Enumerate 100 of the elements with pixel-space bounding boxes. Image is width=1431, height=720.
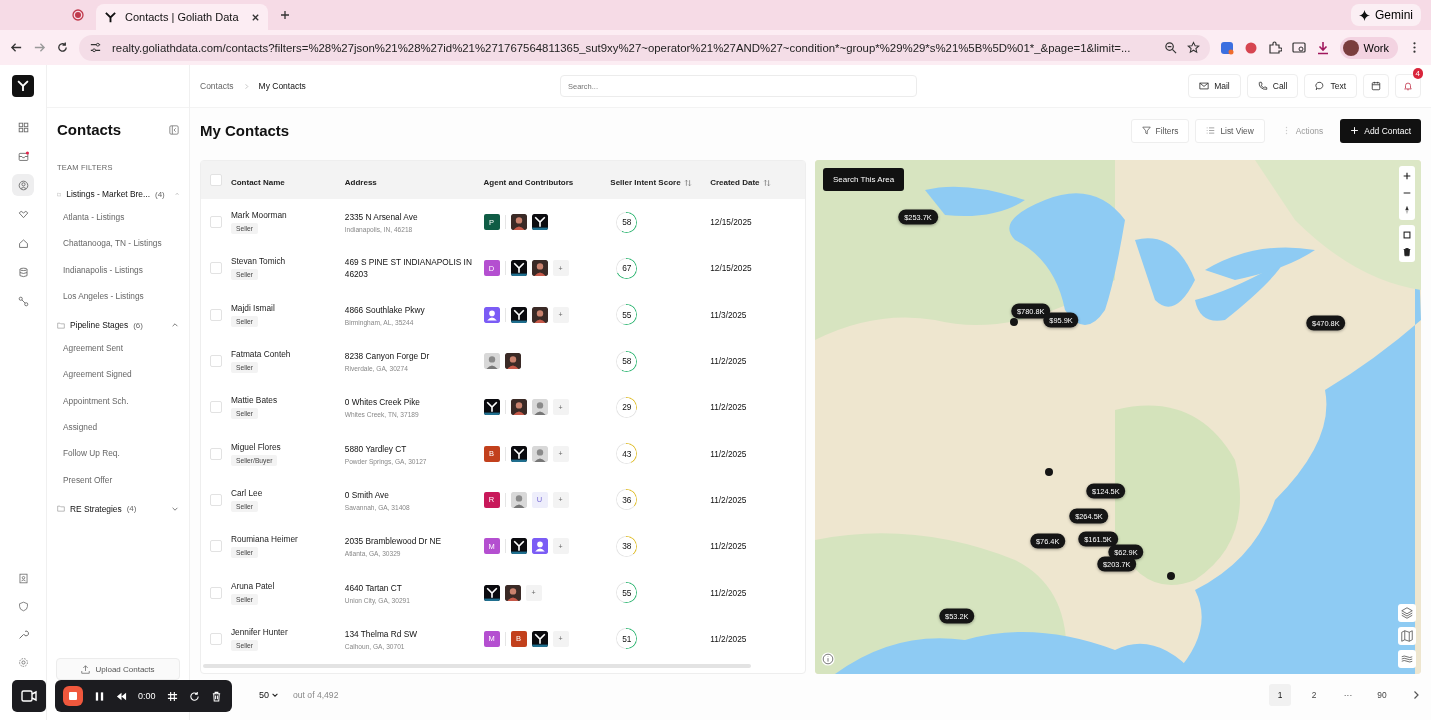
shield-icon[interactable]: [17, 601, 29, 612]
map-pin[interactable]: [1166, 572, 1175, 581]
row-checkbox[interactable]: [209, 540, 222, 553]
filter-item[interactable]: Agreement Sent: [63, 343, 179, 360]
column-header[interactable]: Created Date: [710, 178, 771, 187]
waves-icon[interactable]: [1398, 650, 1416, 668]
wrench-icon[interactable]: [17, 629, 29, 640]
page-button[interactable]: 1: [1269, 684, 1291, 706]
filter-item[interactable]: Present Offer: [63, 474, 179, 491]
back-icon[interactable]: [10, 41, 23, 54]
close-icon[interactable]: [251, 12, 260, 22]
sort-icon[interactable]: [762, 178, 771, 187]
list-view-button[interactable]: List View: [1195, 118, 1265, 143]
row-checkbox[interactable]: [209, 308, 222, 321]
layers-icon[interactable]: [1398, 604, 1416, 622]
rewind-icon[interactable]: [116, 690, 127, 702]
reload-icon[interactable]: [56, 41, 69, 54]
zoom-in-icon[interactable]: [1402, 170, 1412, 182]
filter-item[interactable]: Assigned: [63, 422, 179, 439]
created-date: 11/2/2025: [710, 633, 748, 644]
trash-icon[interactable]: [210, 690, 222, 702]
column-header[interactable]: Address: [344, 178, 377, 187]
page-button[interactable]: ···: [1337, 684, 1359, 706]
contact-name[interactable]: Carl Lee: [230, 487, 345, 498]
row-checkbox[interactable]: [209, 401, 222, 414]
add-contact-button[interactable]: Add Contact: [1340, 118, 1421, 143]
call-button[interactable]: Call: [1246, 74, 1299, 98]
row-checkbox[interactable]: [209, 586, 222, 599]
column-header[interactable]: Seller Intent Score: [610, 178, 692, 187]
draw-area-icon[interactable]: [1402, 229, 1412, 241]
upload-contacts-button[interactable]: Upload Contacts: [56, 658, 180, 680]
filter-group[interactable]: Pipeline Stages (6): [57, 317, 179, 334]
contact-book-icon[interactable]: [17, 573, 29, 584]
map-pin[interactable]: [1044, 468, 1053, 476]
select-all-checkbox[interactable]: [209, 174, 222, 186]
notifications-button[interactable]: [1395, 74, 1421, 98]
profile-button[interactable]: Work: [1339, 36, 1398, 59]
contact-name[interactable]: Jennifer Hunter: [230, 626, 345, 637]
contact-name[interactable]: Fatmata Conteh: [230, 349, 345, 360]
zoom-icon[interactable]: [1163, 41, 1177, 54]
contact-name[interactable]: Stevan Tomich: [230, 256, 345, 267]
row-checkbox[interactable]: [209, 216, 222, 229]
sort-icon[interactable]: [683, 178, 692, 187]
settings-icon[interactable]: [17, 657, 29, 668]
contact-name[interactable]: Aruna Patel: [230, 580, 345, 591]
page-size-select[interactable]: 50: [253, 689, 285, 701]
filter-item[interactable]: Los Angeles - Listings: [63, 290, 179, 307]
row-checkbox[interactable]: [209, 632, 222, 645]
column-header[interactable]: Agent and Contributors: [483, 178, 574, 187]
row-checkbox[interactable]: [209, 262, 222, 275]
filter-item[interactable]: Indianapolis - Listings: [63, 264, 179, 281]
extension-icon[interactable]: [1243, 40, 1258, 55]
logo-icon[interactable]: [16, 79, 30, 93]
filter-item[interactable]: Follow Up Req.: [63, 448, 179, 465]
contact-name[interactable]: Roumiana Heimer: [230, 534, 345, 545]
new-tab-icon[interactable]: [280, 10, 290, 20]
filter-item[interactable]: Appointment Sch.: [63, 395, 179, 412]
screen-search-icon[interactable]: [1291, 40, 1306, 55]
row-checkbox[interactable]: [209, 355, 222, 368]
gemini-button[interactable]: Gemini: [1351, 4, 1421, 26]
filters-button[interactable]: Filters: [1130, 118, 1190, 143]
breadcrumb-link[interactable]: Contacts: [200, 81, 234, 91]
camera-button[interactable]: [12, 680, 46, 712]
map-pin[interactable]: [1009, 317, 1018, 326]
row-checkbox[interactable]: [209, 447, 222, 460]
text-button[interactable]: Text: [1304, 74, 1357, 98]
restart-icon[interactable]: [188, 690, 200, 702]
trash-icon[interactable]: [1402, 246, 1412, 258]
created-date: 11/2/2025: [710, 494, 748, 505]
star-icon[interactable]: [1186, 41, 1200, 54]
extension-icon[interactable]: [1219, 40, 1234, 55]
puzzle-icon[interactable]: [1267, 40, 1282, 55]
filter-group[interactable]: Listings - Market Bre... (4): [57, 186, 179, 202]
column-header[interactable]: Contact Name: [230, 178, 285, 187]
map-icon[interactable]: [1398, 627, 1416, 645]
browser-tab[interactable]: Contacts | Goliath Data: [96, 4, 268, 30]
filter-group[interactable]: RE Strategies (4): [57, 500, 179, 517]
mail-button[interactable]: Mail: [1188, 74, 1241, 98]
page-button[interactable]: 2: [1303, 684, 1325, 706]
info-icon[interactable]: [821, 652, 835, 666]
download-icon[interactable]: [1315, 40, 1330, 55]
search-area-button[interactable]: Search This Area: [823, 168, 905, 191]
contact-name[interactable]: Miguel Flores: [230, 441, 345, 452]
contact-name[interactable]: Majdi Ismail: [230, 302, 345, 313]
contact-name[interactable]: Mattie Bates: [230, 395, 345, 406]
collapse-sidebar-icon[interactable]: [169, 124, 179, 135]
pause-icon[interactable]: [94, 690, 105, 702]
next-page-icon[interactable]: [1411, 690, 1421, 700]
grid-icon[interactable]: [166, 690, 178, 702]
address-bar[interactable]: realty.goliathdata.com/contacts?filters=%28%27json%21%28%27id%21%271767564811365_sut9xy%27~operator%21%27AND%27~condition*~group*%29%29*s%21%5B%5D%01*_&page=1&limit=...: [79, 34, 1210, 61]
calendar-button[interactable]: [1363, 74, 1389, 98]
forward-icon[interactable]: [33, 41, 46, 54]
filter-item[interactable]: Atlanta - Listings: [63, 212, 179, 228]
contact-name[interactable]: Mark Moorman: [230, 210, 345, 221]
filter-item[interactable]: Agreement Signed: [63, 369, 179, 386]
row-checkbox[interactable]: [209, 493, 222, 506]
page-button[interactable]: 90: [1371, 684, 1393, 706]
nav-item[interactable]: [12, 174, 34, 196]
filter-item[interactable]: Chattanooga, TN - Listings: [63, 238, 179, 255]
stop-button[interactable]: [63, 686, 83, 706]
